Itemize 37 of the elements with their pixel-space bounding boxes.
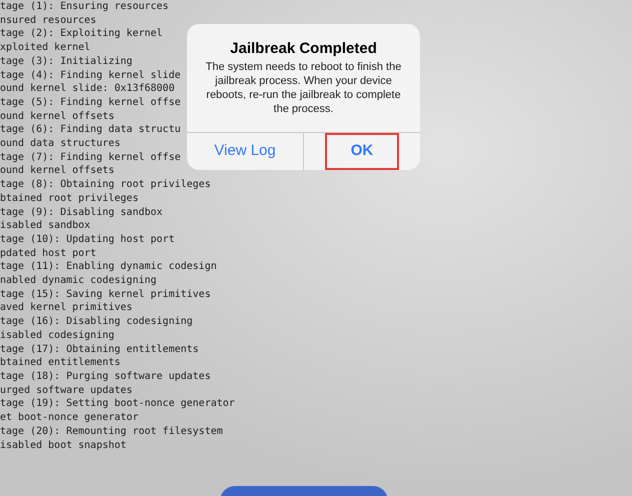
log-line: tage (1): Ensuring resources: [0, 0, 169, 14]
log-line: ound kernel offsets: [0, 164, 114, 178]
log-line: ound kernel slide: 0x13f68000: [0, 82, 175, 96]
log-line: ound data structures: [0, 137, 120, 151]
log-line: tage (7): Finding kernel offse: [0, 150, 181, 164]
log-line: nsured resources: [0, 14, 96, 28]
log-line: tage (3): Initializing: [0, 54, 132, 69]
log-line: nabled dynamic codesigning: [0, 274, 157, 288]
log-line: tage (11): Enabling dynamic codesign: [0, 260, 217, 274]
log-line: tage (16): Disabling codesigning: [0, 315, 193, 329]
log-line: tage (6): Finding data structu: [0, 123, 181, 138]
log-line: tage (2): Exploiting kernel: [0, 27, 163, 42]
log-line: tage (17): Obtaining entitlements: [0, 342, 199, 356]
log-line: tage (4): Finding kernel slide: [0, 68, 181, 82]
log-line: tage (8): Obtaining root privileges: [0, 178, 211, 192]
alert-title: Jailbreak Completed: [230, 40, 377, 58]
log-line: tage (20): Remounting root filesystem: [0, 424, 223, 438]
log-line: isabled codesigning: [0, 328, 114, 343]
log-line: tage (18): Purging software updates: [0, 370, 211, 384]
alert-button[interactable]: View Log: [206, 133, 284, 170]
log-line: xploited kernel: [0, 41, 90, 55]
alert-button[interactable]: OK: [325, 133, 399, 170]
log-line: tage (9): Disabling sandbox: [0, 206, 163, 220]
log-line: et boot-nonce generator: [0, 411, 138, 425]
log-line: pdated host port: [0, 246, 96, 260]
log-line: tage (19): Setting boot-nonce generator: [0, 397, 235, 412]
log-line: isabled sandbox: [0, 219, 90, 233]
log-line: tage (5): Finding kernel offse: [0, 96, 181, 110]
log-line: aved kernel primitives: [0, 301, 132, 316]
log-line: urged software updates: [0, 384, 132, 398]
log-line: btained entitlements: [0, 356, 120, 370]
log-line: btained root privileges: [0, 192, 138, 206]
log-line: ound kernel offsets: [0, 110, 114, 124]
log-line: tage (10): Updating host port: [0, 232, 175, 247]
log-line: isabled boot snapshot: [0, 438, 126, 452]
alert-message: The system needs to reboot to finish the jailbreak process. When your device reboots, re-run the jailbreak to complete the process.: [204, 60, 402, 116]
log-line: tage (15): Saving kernel primitives: [0, 288, 211, 302]
